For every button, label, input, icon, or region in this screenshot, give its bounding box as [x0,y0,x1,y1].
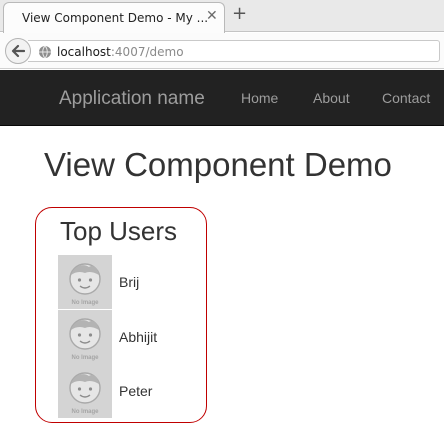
avatar: No Image [58,364,112,418]
avatar-caption: No Image [71,300,99,306]
nav-link-about[interactable]: About [313,90,350,106]
browser-tab[interactable]: View Component Demo - My ... ✕ [3,2,225,33]
globe-icon [39,45,51,59]
browser-tab-strip: View Component Demo - My ... ✕ + [0,0,444,33]
list-item: No Image Brij [58,255,198,309]
user-name: Abhijit [119,329,158,345]
user-name: Peter [119,383,153,399]
plus-icon[interactable]: + [232,5,247,23]
url-text: localhost:4007/demo [57,45,184,59]
avatar-caption: No Image [71,355,99,361]
avatar: No Image [58,255,112,309]
top-users-title: Top Users [60,216,178,246]
nav-link-contact[interactable]: Contact [382,90,430,106]
tab-title: View Component Demo - My ... [22,11,209,25]
url-path: :4007/demo [110,45,184,59]
close-icon[interactable]: ✕ [206,9,218,23]
back-button[interactable] [5,38,31,64]
site-navbar: Application name Home About Contact [0,70,444,126]
list-item: No Image Peter [58,364,198,418]
browser-toolbar: localhost:4007/demo [0,33,444,69]
url-bar[interactable]: localhost:4007/demo [28,40,440,62]
user-name: Brij [119,274,140,290]
avatar-caption: No Image [71,409,99,415]
top-users-panel: Top Users No Image Brij No Image Abhijit [35,207,207,423]
url-host: localhost [57,45,111,59]
page-title: View Component Demo [44,146,392,183]
brand-link[interactable]: Application name [59,88,205,110]
avatar: No Image [58,310,112,364]
back-arrow-icon [11,44,25,58]
nav-link-home[interactable]: Home [241,90,278,106]
list-item: No Image Abhijit [58,310,198,364]
